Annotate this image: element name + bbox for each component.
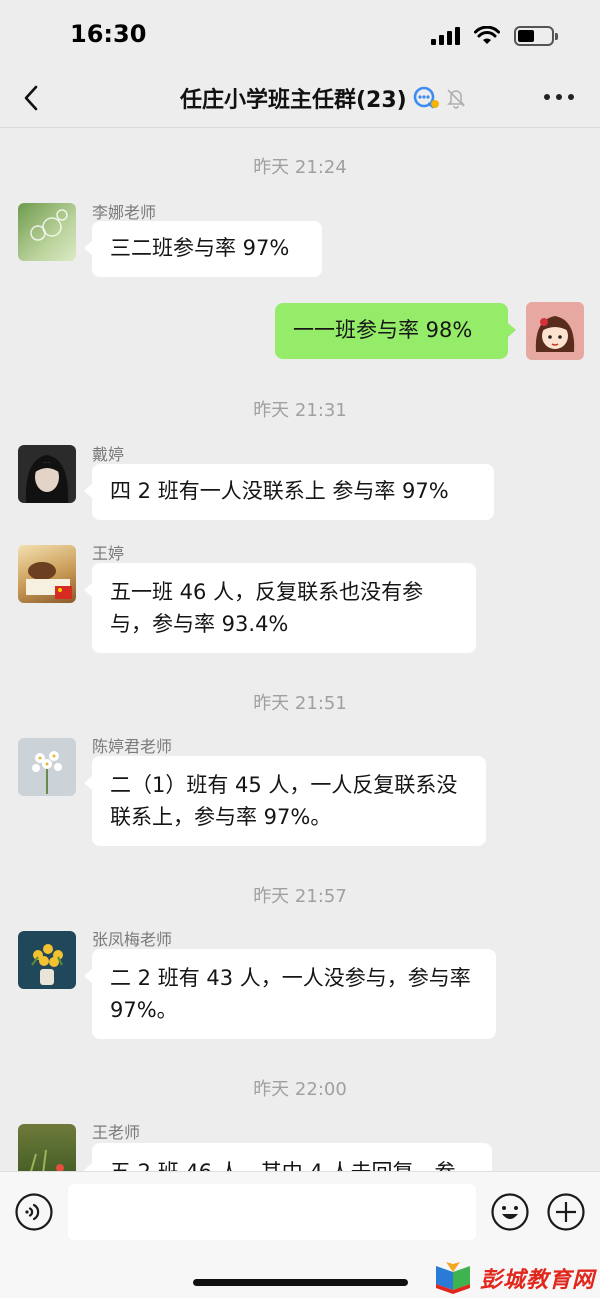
sender-name: 王老师 [92, 1123, 141, 1142]
input-bar: 彭城教育网 [0, 1171, 600, 1298]
message-bubble[interactable]: 五 2 班 46 人，其中 4 人未回复，参 [84, 1143, 492, 1171]
avatar[interactable] [18, 203, 76, 261]
chat-title-group: 任庄小学班主任群(23) [180, 82, 467, 114]
sender-name: 戴婷 [92, 445, 125, 464]
message-bubble[interactable]: 二（1）班有 45 人，一人反复联系没联系上，参与率 97%。 [84, 756, 486, 846]
sender-name: 张凤梅老师 [92, 930, 173, 949]
voice-icon[interactable] [14, 1192, 54, 1232]
home-indicator [193, 1279, 408, 1286]
signal-icon [431, 27, 460, 45]
watermark-text: 彭城教育网 [480, 1268, 596, 1293]
message-bubble[interactable]: 四 2 班有一人没联系上 参与率 97% [84, 464, 494, 520]
book-logo-icon [436, 1262, 470, 1294]
timestamp: 昨天 21:31 [253, 400, 347, 421]
sender-name: 王婷 [92, 544, 125, 563]
emoji-icon[interactable] [490, 1192, 530, 1232]
sender-name: 陈婷君老师 [92, 737, 173, 756]
message-input[interactable] [68, 1184, 476, 1240]
timestamp: 昨天 22:00 [253, 1079, 347, 1100]
timestamp: 昨天 21:57 [253, 886, 347, 907]
avatar[interactable] [18, 931, 76, 989]
avatar[interactable] [18, 545, 76, 603]
plus-icon[interactable] [546, 1192, 586, 1232]
back-icon[interactable] [20, 84, 42, 112]
message-bubble[interactable]: 二 2 班有 43 人，一人没参与，参与率 97%。 [84, 949, 496, 1039]
avatar-self[interactable] [526, 302, 584, 360]
chat-messages: 昨天 21:24 李娜老师 三二班参与率 97% 一一班参与率 98% 昨天 2… [0, 129, 600, 1171]
status-bar: 16:30 [0, 0, 600, 68]
message-bubble[interactable]: 五一班 46 人，反复联系也没有参与，参与率 93.4% [84, 563, 476, 653]
message-bubble-self[interactable]: 一一班参与率 98% [275, 303, 516, 359]
avatar[interactable] [18, 738, 76, 796]
avatar[interactable] [18, 1124, 76, 1171]
sender-name: 李娜老师 [92, 203, 157, 222]
status-icons [431, 24, 558, 48]
timestamp: 昨天 21:51 [253, 693, 347, 714]
chat-title: 任庄小学班主任群(23) [180, 88, 407, 113]
timestamp: 昨天 21:24 [253, 157, 347, 178]
mute-bell-icon [446, 89, 465, 109]
avatar[interactable] [18, 445, 76, 503]
chat-header: 任庄小学班主任群(23) [0, 68, 600, 128]
battery-icon [514, 26, 558, 46]
more-icon[interactable] [544, 94, 574, 100]
group-badge-icon [413, 86, 439, 109]
watermark: 彭城教育网 [432, 1260, 595, 1296]
wifi-icon [474, 26, 500, 44]
message-bubble[interactable]: 三二班参与率 97% [84, 221, 322, 277]
status-time: 16:30 [70, 20, 147, 48]
